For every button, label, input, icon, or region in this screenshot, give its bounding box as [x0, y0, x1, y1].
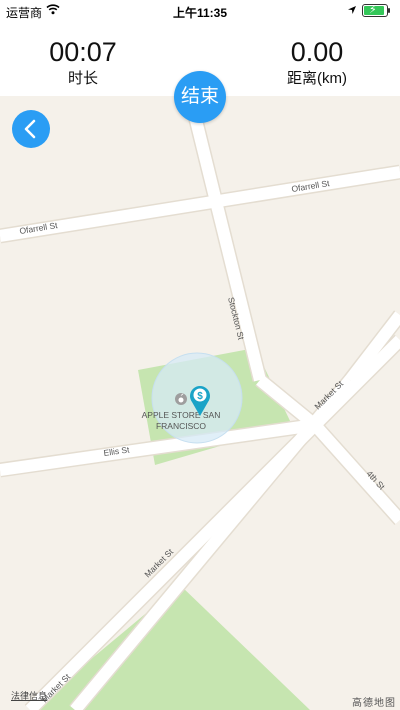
- duration-stat: 00:07 时长: [3, 36, 163, 89]
- chevron-left-icon: [24, 119, 36, 139]
- apple-store-icon: [175, 393, 187, 405]
- battery-cap: [388, 8, 390, 13]
- map-view[interactable]: Ofarrell St Ofarrell St Stockton St Mark…: [0, 96, 400, 710]
- location-arrow-icon: [347, 4, 357, 18]
- status-time: 上午11:35: [172, 6, 228, 20]
- status-bar: 运营商 上午11:35 ⚡: [0, 0, 400, 22]
- amap-logo: 高德地图: [352, 698, 396, 709]
- svg-text:$: $: [197, 391, 203, 402]
- legal-info-link[interactable]: 法律信息: [11, 689, 47, 702]
- duration-value: 00:07: [49, 37, 117, 67]
- end-ride-button[interactable]: 结束: [174, 71, 226, 123]
- poi-name: APPLE STORE SAN: [142, 410, 221, 420]
- distance-value: 0.00: [290, 37, 344, 67]
- poi-name: FRANCISCO: [156, 421, 206, 431]
- duration-label: 时长: [67, 70, 98, 87]
- battery-charging-icon: ⚡: [362, 4, 388, 17]
- distance-stat: 0.00 距离(km): [237, 36, 397, 89]
- back-button[interactable]: [12, 110, 50, 148]
- distance-label: 距离(km): [287, 70, 347, 87]
